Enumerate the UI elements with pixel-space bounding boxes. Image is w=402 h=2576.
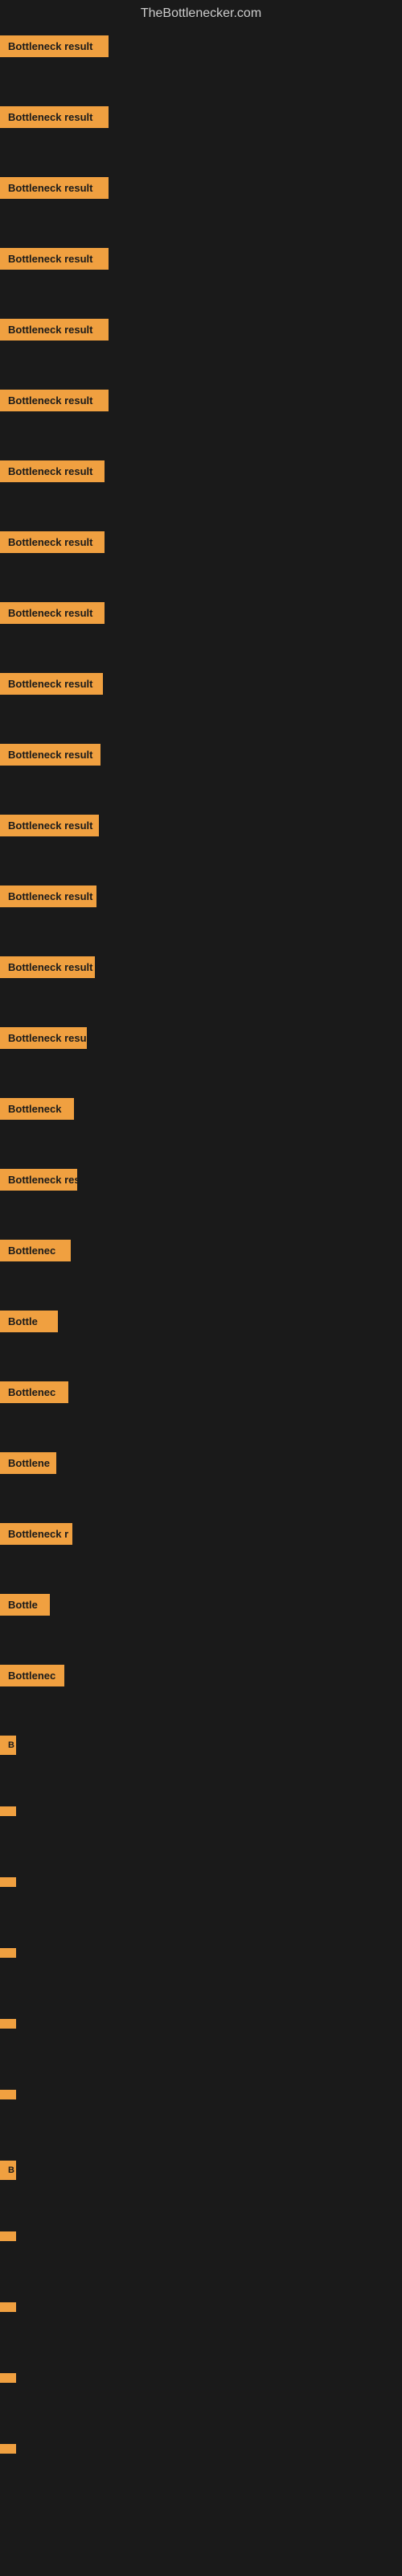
bottleneck-badge: Bottleneck result <box>0 815 99 836</box>
bottleneck-item[interactable]: Bottleneck <box>0 1090 402 1161</box>
bottleneck-badge: Bottleneck result <box>0 177 109 199</box>
bottleneck-item[interactable]: Bottlenec <box>0 1232 402 1302</box>
bottleneck-item[interactable]: Bottleneck result <box>0 311 402 382</box>
items-container: Bottleneck result Bottleneck result Bottle… <box>0 27 402 2507</box>
bottleneck-badge: Bottlenec <box>0 1665 64 1686</box>
bottleneck-badge: Bottleneck result <box>0 106 109 128</box>
bottleneck-item[interactable]: Bottleneck result <box>0 948 402 1019</box>
bottleneck-item[interactable]: Bottleneck result <box>0 877 402 948</box>
bottleneck-item[interactable]: Bottle <box>0 1302 402 1373</box>
bottleneck-badge: Bottlene <box>0 1452 56 1474</box>
bottleneck-badge <box>0 1806 16 1816</box>
bottleneck-item[interactable]: Bottleneck result <box>0 452 402 523</box>
bottleneck-item[interactable] <box>0 1940 402 2011</box>
bottleneck-badge <box>0 1948 16 1958</box>
bottleneck-item[interactable]: Bottleneck result <box>0 27 402 98</box>
site-title: TheBottlenecker.com <box>0 0 402 27</box>
bottleneck-badge: Bottleneck result <box>0 744 100 766</box>
bottleneck-item[interactable]: Bottleneck result <box>0 665 402 736</box>
bottleneck-item[interactable]: Bottleneck result <box>0 523 402 594</box>
bottleneck-item[interactable] <box>0 2294 402 2365</box>
bottleneck-badge: Bottleneck result <box>0 956 95 978</box>
bottleneck-badge <box>0 2231 16 2241</box>
bottleneck-badge <box>0 2019 16 2029</box>
bottleneck-item[interactable]: Bottleneck result <box>0 98 402 169</box>
bottleneck-badge: Bottleneck result <box>0 531 105 553</box>
bottleneck-item[interactable]: Bottleneck result <box>0 240 402 311</box>
site-title-text: TheBottlenecker.com <box>141 6 261 20</box>
bottleneck-badge: Bottleneck result <box>0 390 109 411</box>
bottleneck-item[interactable]: Bottleneck result <box>0 382 402 452</box>
bottleneck-badge <box>0 2090 16 2099</box>
bottleneck-badge <box>0 2302 16 2312</box>
bottleneck-badge: B <box>0 2161 16 2180</box>
bottleneck-badge: Bottleneck result <box>0 602 105 624</box>
bottleneck-item[interactable]: Bottlenec <box>0 1373 402 1444</box>
bottleneck-item[interactable] <box>0 2223 402 2294</box>
bottleneck-item[interactable]: Bottle <box>0 1586 402 1657</box>
bottleneck-badge: Bottleneck result <box>0 248 109 270</box>
bottleneck-item[interactable]: Bottleneck res <box>0 1161 402 1232</box>
bottleneck-badge: Bottleneck res <box>0 1169 77 1191</box>
bottleneck-badge: Bottleneck result <box>0 460 105 482</box>
bottleneck-badge: Bottlenec <box>0 1240 71 1261</box>
bottleneck-item[interactable] <box>0 2011 402 2082</box>
bottleneck-badge: Bottleneck result <box>0 886 96 907</box>
bottleneck-badge <box>0 2373 16 2383</box>
bottleneck-badge: B <box>0 1736 16 1755</box>
bottleneck-badge: Bottleneck result <box>0 673 103 695</box>
bottleneck-item[interactable]: Bottleneck result <box>0 807 402 877</box>
bottleneck-badge <box>0 2444 16 2454</box>
bottleneck-item[interactable] <box>0 1869 402 1940</box>
bottleneck-badge: Bottleneck <box>0 1098 74 1120</box>
bottleneck-badge: Bottle <box>0 1311 58 1332</box>
bottleneck-item[interactable]: Bottleneck result <box>0 594 402 665</box>
bottleneck-item[interactable] <box>0 1798 402 1869</box>
bottleneck-item[interactable] <box>0 2082 402 2153</box>
bottleneck-item[interactable]: B <box>0 2153 402 2223</box>
bottleneck-item[interactable]: B <box>0 1728 402 1798</box>
bottleneck-badge: Bottleneck result <box>0 319 109 341</box>
bottleneck-item[interactable]: Bottlenec <box>0 1657 402 1728</box>
bottleneck-item[interactable] <box>0 2436 402 2507</box>
bottleneck-badge <box>0 1877 16 1887</box>
bottleneck-badge: Bottlenec <box>0 1381 68 1403</box>
bottleneck-item[interactable]: Bottleneck r <box>0 1515 402 1586</box>
bottleneck-badge: Bottleneck r <box>0 1523 72 1545</box>
bottleneck-badge: Bottle <box>0 1594 50 1616</box>
bottleneck-item[interactable]: Bottleneck result <box>0 736 402 807</box>
bottleneck-badge: Bottleneck result <box>0 35 109 57</box>
bottleneck-badge: Bottleneck resu <box>0 1027 87 1049</box>
bottleneck-item[interactable]: Bottlene <box>0 1444 402 1515</box>
bottleneck-item[interactable] <box>0 2365 402 2436</box>
bottleneck-item[interactable]: Bottleneck result <box>0 169 402 240</box>
bottleneck-item[interactable]: Bottleneck resu <box>0 1019 402 1090</box>
